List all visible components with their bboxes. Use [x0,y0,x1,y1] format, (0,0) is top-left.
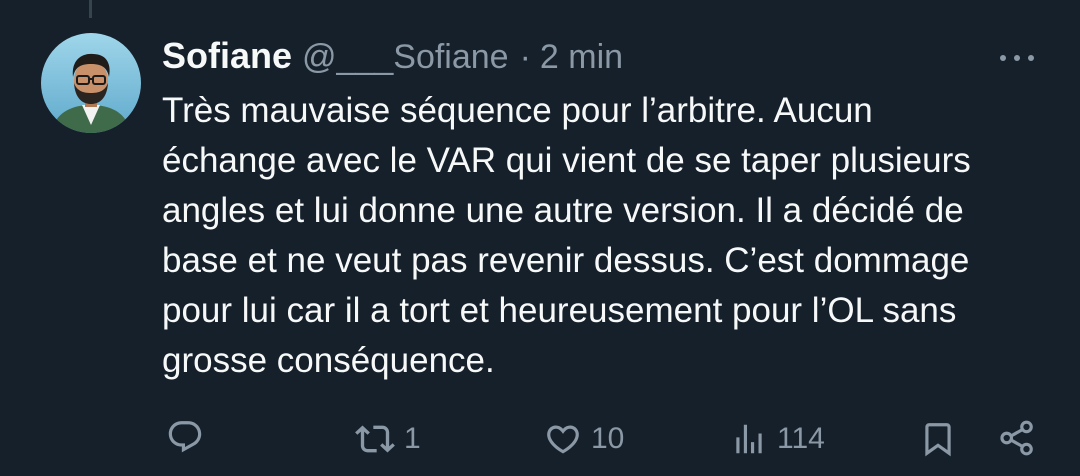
tweet-text-line: angles et lui donne une autre version. I… [162,191,964,230]
tweet-text-line: échange avec le VAR qui vient de se tape… [162,141,971,180]
views-count: 114 [777,422,825,455]
tweet-text-line: base et ne veut pas revenir dessus. C’es… [162,241,970,280]
share-button[interactable] [998,417,1036,459]
profile-avatar-image [41,33,141,133]
author-name[interactable]: Sofiane [162,35,292,76]
tweet-text-line: Très mauvaise séquence pour l’arbitre. A… [162,91,873,130]
bookmark-icon[interactable] [919,420,957,458]
author-handle[interactable]: @___Sofiane [302,38,509,76]
bookmark-button[interactable] [919,418,957,460]
heart-icon[interactable] [544,420,582,458]
more-dot [1000,55,1006,61]
tweet-text-line: pour lui car il a tort et heureusement p… [162,291,957,330]
views-button[interactable]: 114 [730,418,825,460]
avatar[interactable] [41,33,141,133]
repost-count: 1 [404,422,421,455]
more-dots-icon[interactable] [994,44,1040,72]
like-count: 10 [591,422,625,455]
more-dot [1028,55,1034,61]
views-icon[interactable] [730,420,768,458]
thread-connector-line [89,0,92,18]
reply-icon[interactable] [166,418,204,456]
more-dot [1014,55,1020,61]
repost-button[interactable]: 1 [355,418,421,460]
tweet-timestamp[interactable]: 2 min [540,38,623,76]
share-icon[interactable] [998,419,1036,457]
tweet-text-line: grosse conséquence. [162,341,495,380]
tweet-header: Sofiane @___Sofiane · 2 min [162,35,623,77]
like-button[interactable]: 10 [544,418,624,460]
repost-icon[interactable] [355,419,395,459]
reply-button[interactable] [166,416,204,458]
header-separator: · [519,38,531,76]
tweet-text: Très mauvaise séquence pour l’arbitre. A… [162,86,1062,386]
